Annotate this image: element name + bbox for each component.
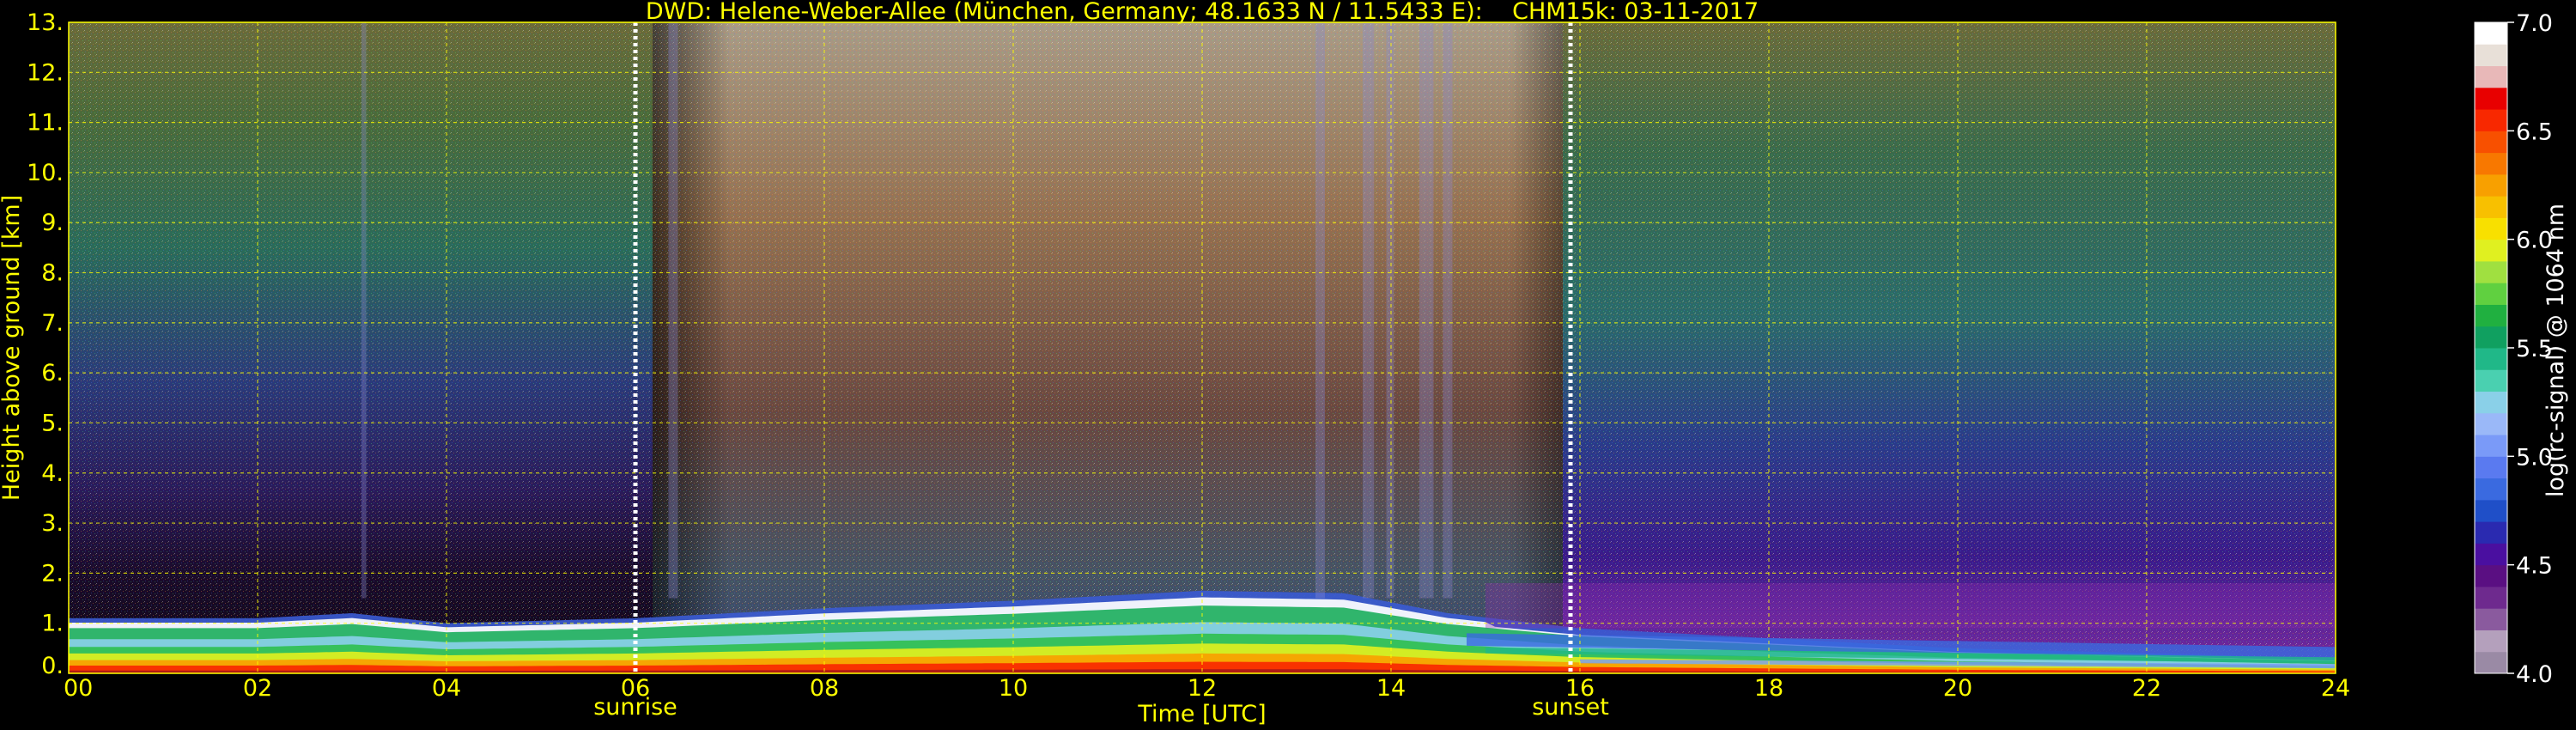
y-tick-label: 0. <box>41 653 64 679</box>
colorbar-segment <box>2475 435 2507 457</box>
y-tick-label: 9. <box>41 210 64 236</box>
colorbar-label: log(rc-signal) @ 1064 nm <box>2543 204 2569 497</box>
colorbar-segment <box>2475 217 2507 240</box>
y-tick-label: 1. <box>41 611 64 637</box>
colorbar-segment <box>2475 651 2507 674</box>
signal-streak <box>1443 22 1453 599</box>
colorbar-segment <box>2475 586 2507 609</box>
colorbar-tick-label: 4.5 <box>2516 553 2553 580</box>
colorbar-segment <box>2475 109 2507 131</box>
x-tick-label: 14 <box>1376 675 1406 702</box>
y-tick-label: 8. <box>41 260 64 287</box>
colorbar-segment <box>2475 543 2507 566</box>
y-tick-label: 7. <box>41 310 64 337</box>
colorbar-segment <box>2475 196 2507 218</box>
signal-streak <box>1315 22 1325 599</box>
colorbar-segment <box>2475 608 2507 630</box>
colorbar-segment <box>2475 131 2507 154</box>
colorbar-segment <box>2475 456 2507 479</box>
colorbar-segment <box>2475 304 2507 327</box>
colorbar-segment <box>2475 564 2507 587</box>
y-tick-label: 13. <box>27 9 64 36</box>
signal-streak <box>361 22 367 599</box>
colorbar-segment <box>2475 65 2507 88</box>
evening-haze <box>1485 583 2336 629</box>
y-tick-label: 2. <box>41 560 64 587</box>
colorbar-segment <box>2475 325 2507 349</box>
x-tick-label: 18 <box>1754 675 1783 702</box>
x-tick-label: 16 <box>1565 675 1595 702</box>
x-tick-label: 20 <box>1943 675 1972 702</box>
colorbar-segment <box>2475 260 2507 283</box>
x-tick-label: 08 <box>810 675 839 702</box>
colorbar-segment <box>2475 478 2507 501</box>
x-tick-label: 22 <box>2132 675 2161 702</box>
x-tick-label: 06 <box>621 675 650 702</box>
y-axis-label: Height above ground [km] <box>0 195 25 501</box>
colorbar-segment <box>2475 630 2507 653</box>
colorbar-segment <box>2475 412 2507 435</box>
x-tick-labels: 00 02 04 06 08 10 12 14 16 18 20 22 24 <box>64 675 2350 702</box>
colorbar-segment <box>2475 521 2507 544</box>
signal-streak <box>1419 22 1434 599</box>
colorbar-segment <box>2475 369 2507 392</box>
colorbar-segment <box>2475 22 2507 45</box>
x-tick-label: 10 <box>999 675 1028 702</box>
y-tick-label: 3. <box>41 510 64 537</box>
x-tick-label: 12 <box>1188 675 1217 702</box>
x-axis-label: Time [UTC] <box>1137 701 1266 727</box>
x-tick-label: 24 <box>2321 675 2350 702</box>
colorbar-segment <box>2475 87 2507 110</box>
y-tick-label: 11. <box>27 110 64 137</box>
colorbar-segment <box>2475 152 2507 175</box>
y-tick-label: 5. <box>41 410 64 436</box>
colorbar-segment <box>2475 391 2507 414</box>
colorbar-segment <box>2475 499 2507 522</box>
colorbar: 4.04.55.05.56.06.57.0 <box>2474 10 2553 688</box>
x-tick-label: 02 <box>243 675 272 702</box>
chart-title: DWD: Helene-Weber-Allee (München, German… <box>646 0 1759 25</box>
colorbar-segment <box>2475 44 2507 67</box>
colorbar-segment <box>2475 283 2507 305</box>
y-tick-labels: 0. 1. 2. 3. 4. 5. 6. 7. 8. 9. 10. 11. 12. 13. <box>27 9 64 679</box>
x-tick-label: 00 <box>64 675 93 702</box>
colorbar-segment <box>2475 239 2507 262</box>
colorbar-tick-label: 7.0 <box>2516 10 2553 37</box>
colorbar-segment <box>2475 348 2507 370</box>
y-tick-label: 4. <box>41 460 64 487</box>
colorbar-segment <box>2475 173 2507 197</box>
colorbar-tick-label: 4.0 <box>2516 661 2553 688</box>
signal-streak <box>1363 22 1375 599</box>
y-tick-label: 12. <box>27 59 64 86</box>
y-tick-label: 10. <box>27 160 64 186</box>
signal-streak <box>1386 22 1394 599</box>
x-tick-label: 04 <box>432 675 461 702</box>
y-tick-label: 6. <box>41 360 64 386</box>
ceilometer-chart: sunrise sunset 00 02 04 06 08 10 12 14 16 18 20 22 24… <box>0 0 2569 727</box>
colorbar-tick-label: 6.5 <box>2516 119 2553 145</box>
signal-streak <box>668 22 678 599</box>
